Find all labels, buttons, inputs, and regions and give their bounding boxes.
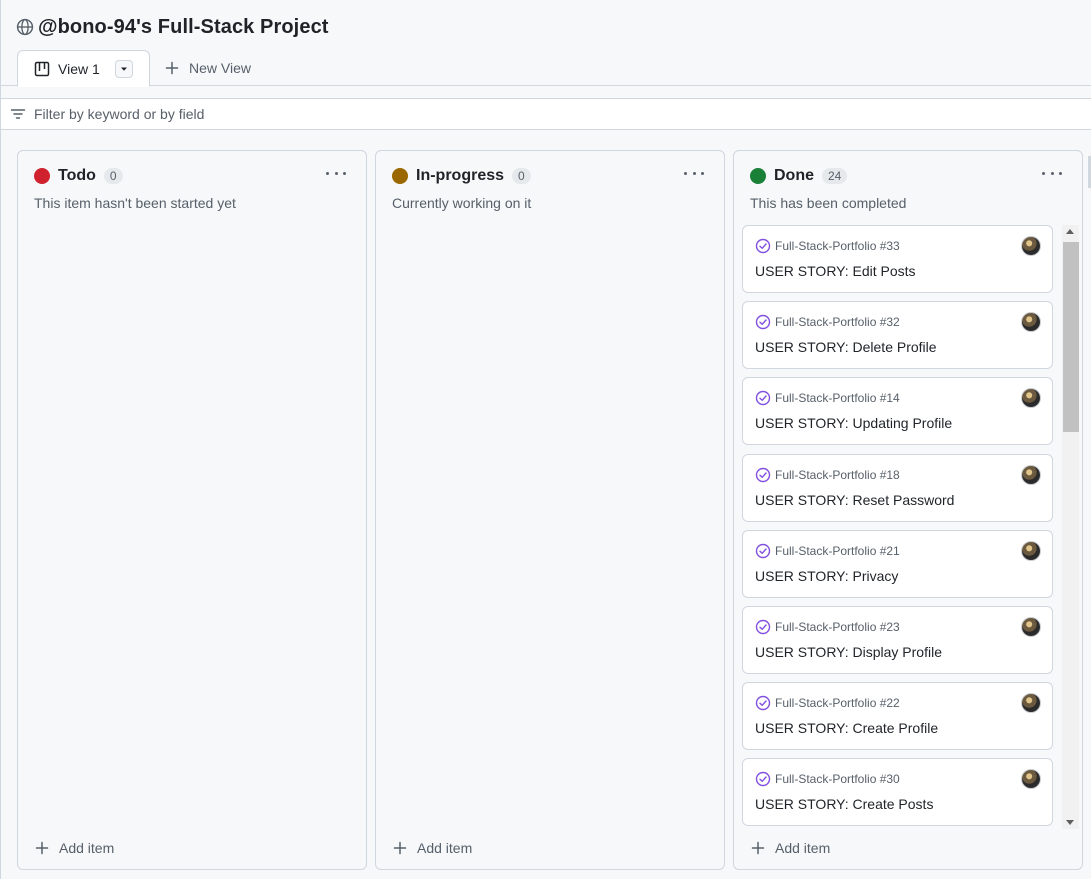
closed-issue-icon: [755, 543, 771, 559]
issue-card[interactable]: Full-Stack-Portfolio #22 USER STORY: Cre…: [742, 682, 1053, 750]
issue-reference[interactable]: Full-Stack-Portfolio #32: [755, 313, 900, 331]
issue-reference-text: Full-Stack-Portfolio #18: [775, 468, 900, 482]
issue-reference[interactable]: Full-Stack-Portfolio #18: [755, 466, 900, 484]
issue-reference[interactable]: Full-Stack-Portfolio #33: [755, 237, 900, 255]
tab-label: View 1: [58, 60, 100, 77]
issue-reference[interactable]: Full-Stack-Portfolio #23: [755, 618, 900, 636]
column-name: In-progress: [416, 167, 505, 184]
add-item-button[interactable]: Add item: [34, 838, 114, 858]
closed-issue-icon: [755, 314, 771, 330]
column-name: Todo: [58, 167, 96, 184]
add-item-button[interactable]: Add item: [750, 838, 830, 858]
filter-icon: [10, 106, 26, 122]
assignee-avatar[interactable]: [1021, 312, 1041, 332]
issue-reference-text: Full-Stack-Portfolio #30: [775, 772, 900, 786]
assignee-avatar[interactable]: [1021, 388, 1041, 408]
column-header: Todo 0: [34, 166, 123, 186]
issue-card[interactable]: Full-Stack-Portfolio #14 USER STORY: Upd…: [742, 377, 1053, 445]
issue-title[interactable]: USER STORY: Reset Password: [755, 492, 954, 508]
column-menu-button[interactable]: [1042, 165, 1062, 181]
add-item-label: Add item: [59, 840, 115, 856]
column-in-progress: In-progress 0 Currently working on it Ad…: [375, 150, 725, 870]
issue-card[interactable]: Full-Stack-Portfolio #21 USER STORY: Pri…: [742, 530, 1053, 598]
column-header: Done 24: [750, 166, 848, 186]
globe-icon: [16, 18, 34, 36]
new-view-button[interactable]: New View: [150, 49, 251, 86]
issue-title[interactable]: USER STORY: Display Profile: [755, 644, 942, 660]
add-item-button[interactable]: Add item: [392, 838, 472, 858]
assignee-avatar[interactable]: [1021, 541, 1041, 561]
column-description: Currently working on it: [392, 195, 532, 211]
column-done: Done 24 This has been completed Full-Sta…: [733, 150, 1083, 870]
board-icon: [34, 61, 50, 77]
issue-reference-text: Full-Stack-Portfolio #14: [775, 391, 900, 405]
item-count-badge: 24: [822, 168, 848, 184]
issue-reference-text: Full-Stack-Portfolio #22: [775, 696, 900, 710]
closed-issue-icon: [755, 390, 771, 406]
issue-title[interactable]: USER STORY: Delete Profile: [755, 339, 937, 355]
column-menu-button[interactable]: [684, 165, 704, 181]
issue-reference-text: Full-Stack-Portfolio #33: [775, 239, 900, 253]
item-count-badge: 0: [512, 168, 531, 184]
view-tabs: View 1 New View: [17, 49, 251, 87]
project-board: @bono-94's Full-Stack Project View 1 New…: [0, 0, 1091, 879]
tab-view-1[interactable]: View 1: [17, 50, 150, 87]
plus-icon: [164, 60, 180, 76]
issue-reference-text: Full-Stack-Portfolio #32: [775, 315, 900, 329]
column-description: This has been completed: [750, 195, 907, 211]
card-list: Full-Stack-Portfolio #33 USER STORY: Edi…: [742, 225, 1053, 829]
status-dot-icon: [392, 168, 408, 184]
assignee-avatar[interactable]: [1021, 617, 1041, 637]
issue-title[interactable]: USER STORY: Privacy: [755, 568, 898, 584]
title-row: @bono-94's Full-Stack Project: [16, 14, 329, 40]
filter-input[interactable]: [34, 106, 634, 122]
status-dot-icon: [750, 168, 766, 184]
status-dot-icon: [34, 168, 50, 184]
issue-title[interactable]: USER STORY: Create Profile: [755, 720, 938, 736]
closed-issue-icon: [755, 467, 771, 483]
item-count-badge: 0: [103, 168, 123, 184]
issue-reference[interactable]: Full-Stack-Portfolio #21: [755, 542, 900, 560]
add-item-label: Add item: [775, 840, 831, 856]
view-options-button[interactable]: [115, 60, 133, 78]
add-item-label: Add item: [417, 840, 473, 856]
assignee-avatar[interactable]: [1021, 236, 1041, 256]
issue-card[interactable]: Full-Stack-Portfolio #32 USER STORY: Del…: [742, 301, 1053, 369]
issue-reference-text: Full-Stack-Portfolio #21: [775, 544, 900, 558]
scrollbar-thumb[interactable]: [1063, 242, 1079, 432]
plus-icon: [392, 840, 408, 856]
new-view-label: New View: [189, 59, 251, 76]
issue-card[interactable]: Full-Stack-Portfolio #33 USER STORY: Edi…: [742, 225, 1053, 293]
column-menu-button[interactable]: [326, 165, 346, 181]
issue-reference-text: Full-Stack-Portfolio #23: [775, 620, 900, 634]
column-description: This item hasn't been started yet: [34, 195, 236, 211]
issue-title[interactable]: USER STORY: Updating Profile: [755, 415, 952, 431]
closed-issue-icon: [755, 695, 771, 711]
project-title: @bono-94's Full-Stack Project: [38, 15, 329, 38]
assignee-avatar[interactable]: [1021, 465, 1041, 485]
filter-bar: [1, 98, 1091, 130]
assignee-avatar[interactable]: [1021, 769, 1041, 789]
issue-card[interactable]: Full-Stack-Portfolio #30 USER STORY: Cre…: [742, 758, 1053, 826]
assignee-avatar[interactable]: [1021, 693, 1041, 713]
scroll-up-arrow-icon[interactable]: [1066, 229, 1074, 234]
column-name: Done: [774, 167, 814, 184]
plus-icon: [34, 840, 50, 856]
issue-reference[interactable]: Full-Stack-Portfolio #30: [755, 770, 900, 788]
issue-title[interactable]: USER STORY: Edit Posts: [755, 263, 916, 279]
issue-reference[interactable]: Full-Stack-Portfolio #14: [755, 389, 900, 407]
issue-card[interactable]: Full-Stack-Portfolio #23 USER STORY: Dis…: [742, 606, 1053, 674]
column-todo: Todo 0 This item hasn't been started yet…: [17, 150, 367, 870]
closed-issue-icon: [755, 238, 771, 254]
project-header: @bono-94's Full-Stack Project View 1 New…: [1, 0, 1091, 87]
issue-title[interactable]: USER STORY: Create Posts: [755, 796, 933, 812]
closed-issue-icon: [755, 619, 771, 635]
column-header: In-progress 0: [392, 166, 531, 186]
closed-issue-icon: [755, 771, 771, 787]
scroll-down-arrow-icon[interactable]: [1066, 820, 1074, 825]
card-list-scrollbar[interactable]: [1062, 225, 1079, 829]
issue-card[interactable]: Full-Stack-Portfolio #18 USER STORY: Res…: [742, 454, 1053, 522]
plus-icon: [750, 840, 766, 856]
issue-reference[interactable]: Full-Stack-Portfolio #22: [755, 694, 900, 712]
